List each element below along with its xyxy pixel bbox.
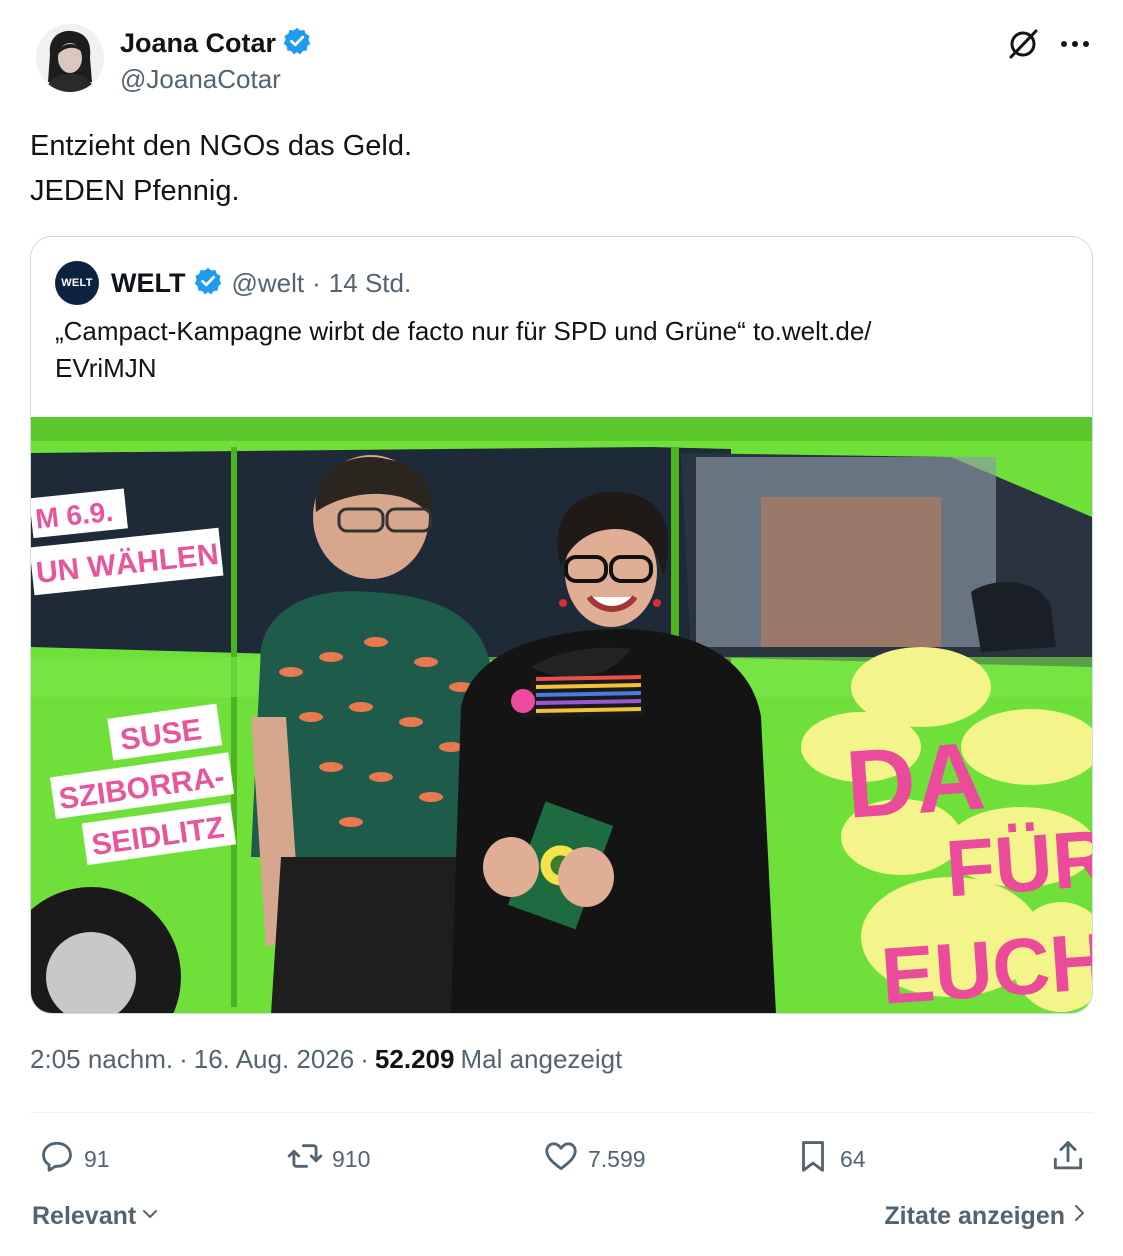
reply-icon (38, 1137, 76, 1181)
welt-logo[interactable]: WELT (55, 261, 99, 305)
grok-icon[interactable] (1005, 26, 1041, 62)
separator-dot: · (179, 1044, 188, 1074)
separator-dot: · (312, 267, 321, 298)
author-avatar[interactable] (36, 24, 104, 92)
quoted-tweet-card[interactable]: WELT WELT @welt · 14 Std. „Campact-Kampa… (30, 236, 1093, 1014)
tweet-meta: 2:05 nachm. · 16. Aug. 2026 · 52.209 Mal… (30, 1044, 622, 1075)
tweet-time[interactable]: 2:05 nachm. (30, 1044, 173, 1075)
tweet-date[interactable]: 16. Aug. 2026 (194, 1044, 354, 1075)
quoted-tweet-header: WELT WELT @welt · 14 Std. (55, 261, 411, 305)
share-button[interactable] (1049, 1136, 1087, 1182)
like-count: 7.599 (588, 1145, 646, 1172)
view-quotes-link[interactable]: Zitate anzeigen (884, 1202, 1087, 1231)
reply-button[interactable]: 91 (38, 1136, 110, 1182)
tweet-header: Joana Cotar @JoanaCotar (30, 22, 1093, 102)
tweet-text-line: Entzieht den NGOs das Geld. (30, 130, 413, 162)
quoted-text-line: EVriMJN (55, 353, 157, 383)
view-count: 52.209 (374, 1044, 455, 1074)
chevron-down-icon (140, 1202, 160, 1231)
repost-button[interactable]: 910 (286, 1136, 370, 1182)
heart-icon (542, 1137, 580, 1181)
repost-count: 910 (332, 1145, 371, 1172)
divider (30, 1112, 1093, 1113)
author-name[interactable]: Joana Cotar (120, 28, 276, 59)
share-icon (1049, 1137, 1087, 1181)
slogan-line1: DA (843, 722, 989, 838)
quoted-text-line: „Campact-Kampagne wirbt de facto nur für… (55, 316, 872, 346)
quoted-timestamp[interactable]: 14 Std. (329, 268, 411, 299)
quoted-tweet-image[interactable]: M 6.9. UN WÄHLEN SUSE SZIBORRA- SEIDLITZ (31, 417, 1092, 1014)
separator-dot: · (360, 1044, 369, 1074)
more-options-icon[interactable] (1057, 26, 1093, 62)
tweet-text-line: JEDEN Pfennig. (30, 175, 240, 207)
view-quotes-label: Zitate anzeigen (884, 1202, 1065, 1230)
verified-badge-icon (282, 26, 312, 61)
sort-relevant-dropdown[interactable]: Relevant (32, 1202, 160, 1231)
reply-count: 91 (84, 1145, 110, 1172)
quoted-author-name[interactable]: WELT (111, 268, 185, 299)
tweet-text: Entzieht den NGOs das Geld. JEDEN Pfenni… (30, 124, 412, 214)
repost-icon (286, 1137, 324, 1181)
bookmark-count: 64 (840, 1145, 866, 1172)
tweet-actions: 91 910 7.599 64 (30, 1136, 1093, 1182)
like-button[interactable]: 7.599 (542, 1136, 646, 1182)
quoted-author-handle[interactable]: @welt (231, 268, 304, 299)
quoted-tweet-text: „Campact-Kampagne wirbt de facto nur für… (55, 313, 1055, 387)
author-handle[interactable]: @JoanaCotar (120, 64, 281, 95)
sort-label: Relevant (32, 1202, 137, 1230)
slogan-line3: EUCH. (878, 915, 1092, 1014)
chevron-right-icon (1073, 1202, 1087, 1231)
tweet-footer: Relevant Zitate anzeigen (30, 1200, 1093, 1236)
bookmark-button[interactable]: 64 (794, 1136, 866, 1182)
view-count-label: Mal angezeigt (460, 1044, 623, 1074)
slogan-line2: FÜR (943, 813, 1092, 913)
bookmark-icon (794, 1137, 832, 1181)
verified-badge-icon (193, 266, 223, 301)
